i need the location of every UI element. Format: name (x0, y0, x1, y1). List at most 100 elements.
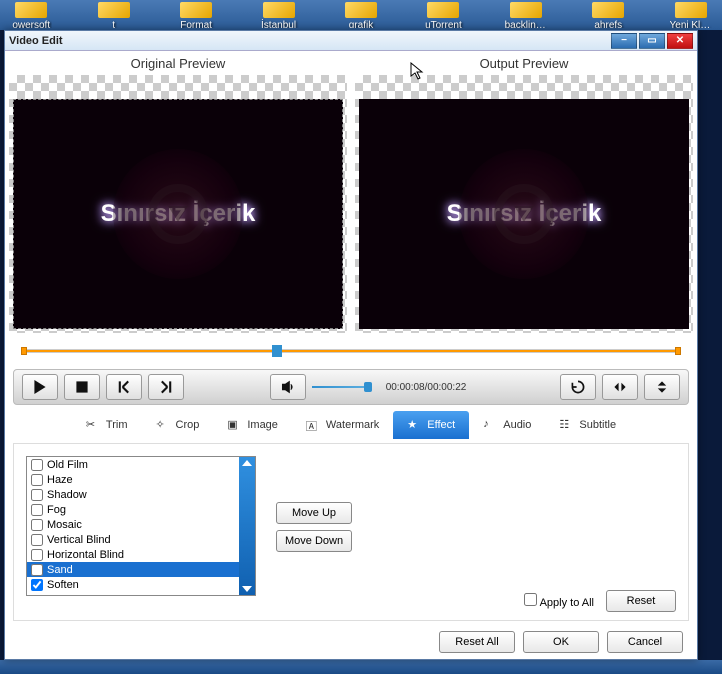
video-edit-window: Video Edit − ▭ ✕ Original Preview Output… (4, 30, 698, 660)
effect-items: Old FilmHaze Shadow Fog Mosaic Vertical Blin… (27, 457, 239, 595)
tab-crop[interactable]: ✧Crop (142, 411, 214, 439)
effect-checkbox[interactable] (31, 459, 43, 471)
window-title: Video Edit (9, 35, 611, 47)
flip-horizontal-button[interactable] (602, 374, 638, 400)
effect-checkbox[interactable] (31, 474, 43, 486)
desktop-icon[interactable]: grafik (340, 2, 382, 28)
effect-item[interactable]: Mosaic (27, 517, 239, 532)
range-end-handle[interactable] (675, 347, 681, 355)
effect-label: Soften (47, 579, 79, 591)
effect-item[interactable]: Vertical Blind (27, 532, 239, 547)
desktop-icon[interactable]: Format (175, 2, 217, 28)
desktop-icon[interactable]: Yeni Klasö (670, 2, 712, 28)
tab-audio[interactable]: ♪Audio (469, 411, 545, 439)
effect-item[interactable]: Horizontal Blind (27, 547, 239, 562)
taskbar (0, 660, 722, 674)
volume-button[interactable] (270, 374, 306, 400)
playback-controls: 00:00:08/00:00:22 (13, 369, 689, 405)
desktop-icon[interactable]: uTorrent (422, 2, 464, 28)
down-arrow-icon (148, 184, 208, 244)
effect-checkbox[interactable] (31, 534, 43, 546)
move-down-button[interactable]: Move Down (276, 530, 352, 552)
timecode-display: 00:00:08/00:00:22 (386, 382, 467, 393)
minimize-button[interactable]: − (611, 33, 637, 49)
tab-subtitle[interactable]: ☷Subtitle (545, 411, 630, 439)
reset-button[interactable]: Reset (606, 590, 676, 612)
subtitle-icon: ☷ (559, 418, 573, 432)
effect-label: Sand (47, 564, 73, 576)
effect-item[interactable]: Haze (27, 472, 239, 487)
window-buttons: − ▭ ✕ (611, 33, 693, 49)
tab-watermark[interactable]: 🄰Watermark (292, 411, 393, 439)
effect-label: Shadow (47, 489, 87, 501)
move-buttons: Move Up Move Down (276, 502, 352, 608)
titlebar: Video Edit − ▭ ✕ (5, 31, 697, 51)
star-icon: ★ (407, 418, 421, 432)
desktop-icon[interactable]: İstanbul (257, 2, 299, 28)
tab-trim[interactable]: ✂Trim (72, 411, 142, 439)
volume-slider[interactable] (312, 384, 372, 390)
flip-vertical-button[interactable] (644, 374, 680, 400)
mark-out-button[interactable] (148, 374, 184, 400)
playhead[interactable] (272, 345, 282, 357)
effect-checkbox[interactable] (31, 489, 43, 501)
output-preview-pane: Sınırsız İçerik (355, 75, 693, 333)
effect-checkbox[interactable] (31, 504, 43, 516)
play-button[interactable] (22, 374, 58, 400)
dialog-buttons: Reset All OK Cancel (5, 625, 697, 659)
effect-item[interactable]: Old Film (27, 457, 239, 472)
music-note-icon: ♪ (483, 418, 497, 432)
stop-button[interactable] (64, 374, 100, 400)
output-preview-label: Output Preview (351, 56, 697, 71)
timeline-range (21, 350, 681, 352)
effect-item[interactable]: Sand (27, 562, 239, 577)
edit-tabs: ✂Trim ✧Crop ▣Image 🄰Watermark ★Effect ♪A… (25, 411, 677, 439)
crop-icon: ✧ (156, 418, 170, 432)
desktop-icon[interactable]: ahrefs (587, 2, 629, 28)
mark-in-button[interactable] (106, 374, 142, 400)
volume-thumb[interactable] (364, 382, 372, 392)
effect-label: Fog (47, 504, 66, 516)
original-preview-label: Original Preview (5, 56, 351, 71)
down-arrow-icon (494, 184, 554, 244)
apply-to-all-checkbox[interactable] (524, 593, 537, 606)
effect-item[interactable]: Soften (27, 577, 239, 592)
effect-checkbox[interactable] (31, 564, 43, 576)
desktop-icon[interactable]: backlink-d (505, 2, 547, 28)
original-preview-video: Sınırsız İçerik (13, 99, 343, 329)
desktop-icons-row: owersoft t Format İstanbul grafik uTorrent bac… (0, 0, 722, 30)
desktop-icon[interactable]: t (92, 2, 134, 28)
range-start-handle[interactable] (21, 347, 27, 355)
maximize-button[interactable]: ▭ (639, 33, 665, 49)
preview-area: Sınırsız İçerik Sınırsız İçerik (5, 75, 697, 333)
desktop-icon[interactable]: owersoft (10, 2, 52, 28)
effect-checkbox[interactable] (31, 549, 43, 561)
scissors-icon: ✂ (86, 418, 100, 432)
reset-all-button[interactable]: Reset All (439, 631, 515, 653)
effect-scrollbar[interactable] (239, 457, 255, 595)
rotate-button[interactable] (560, 374, 596, 400)
watermark-icon: 🄰 (306, 418, 320, 432)
effect-item[interactable]: Shadow (27, 487, 239, 502)
effect-label: Old Film (47, 459, 88, 471)
effect-label: Horizontal Blind (47, 549, 124, 561)
effect-panel: Old FilmHaze Shadow Fog Mosaic Vertical Blin… (13, 443, 689, 621)
tab-effect[interactable]: ★Effect (393, 411, 469, 439)
apply-row: Apply to All Reset (524, 590, 676, 612)
close-button[interactable]: ✕ (667, 33, 693, 49)
apply-to-all-label[interactable]: Apply to All (524, 593, 594, 609)
timeline[interactable] (21, 341, 681, 361)
output-preview-video: Sınırsız İçerik (359, 99, 689, 329)
original-preview-pane[interactable]: Sınırsız İçerik (9, 75, 347, 333)
effect-label: Vertical Blind (47, 534, 111, 546)
image-icon: ▣ (227, 418, 241, 432)
effect-item[interactable]: Fog (27, 502, 239, 517)
tab-image[interactable]: ▣Image (213, 411, 292, 439)
effect-checkbox[interactable] (31, 579, 43, 591)
move-up-button[interactable]: Move Up (276, 502, 352, 524)
ok-button[interactable]: OK (523, 631, 599, 653)
effect-checkbox[interactable] (31, 519, 43, 531)
effect-label: Mosaic (47, 519, 82, 531)
effect-list[interactable]: Old FilmHaze Shadow Fog Mosaic Vertical Blin… (26, 456, 256, 596)
cancel-button[interactable]: Cancel (607, 631, 683, 653)
